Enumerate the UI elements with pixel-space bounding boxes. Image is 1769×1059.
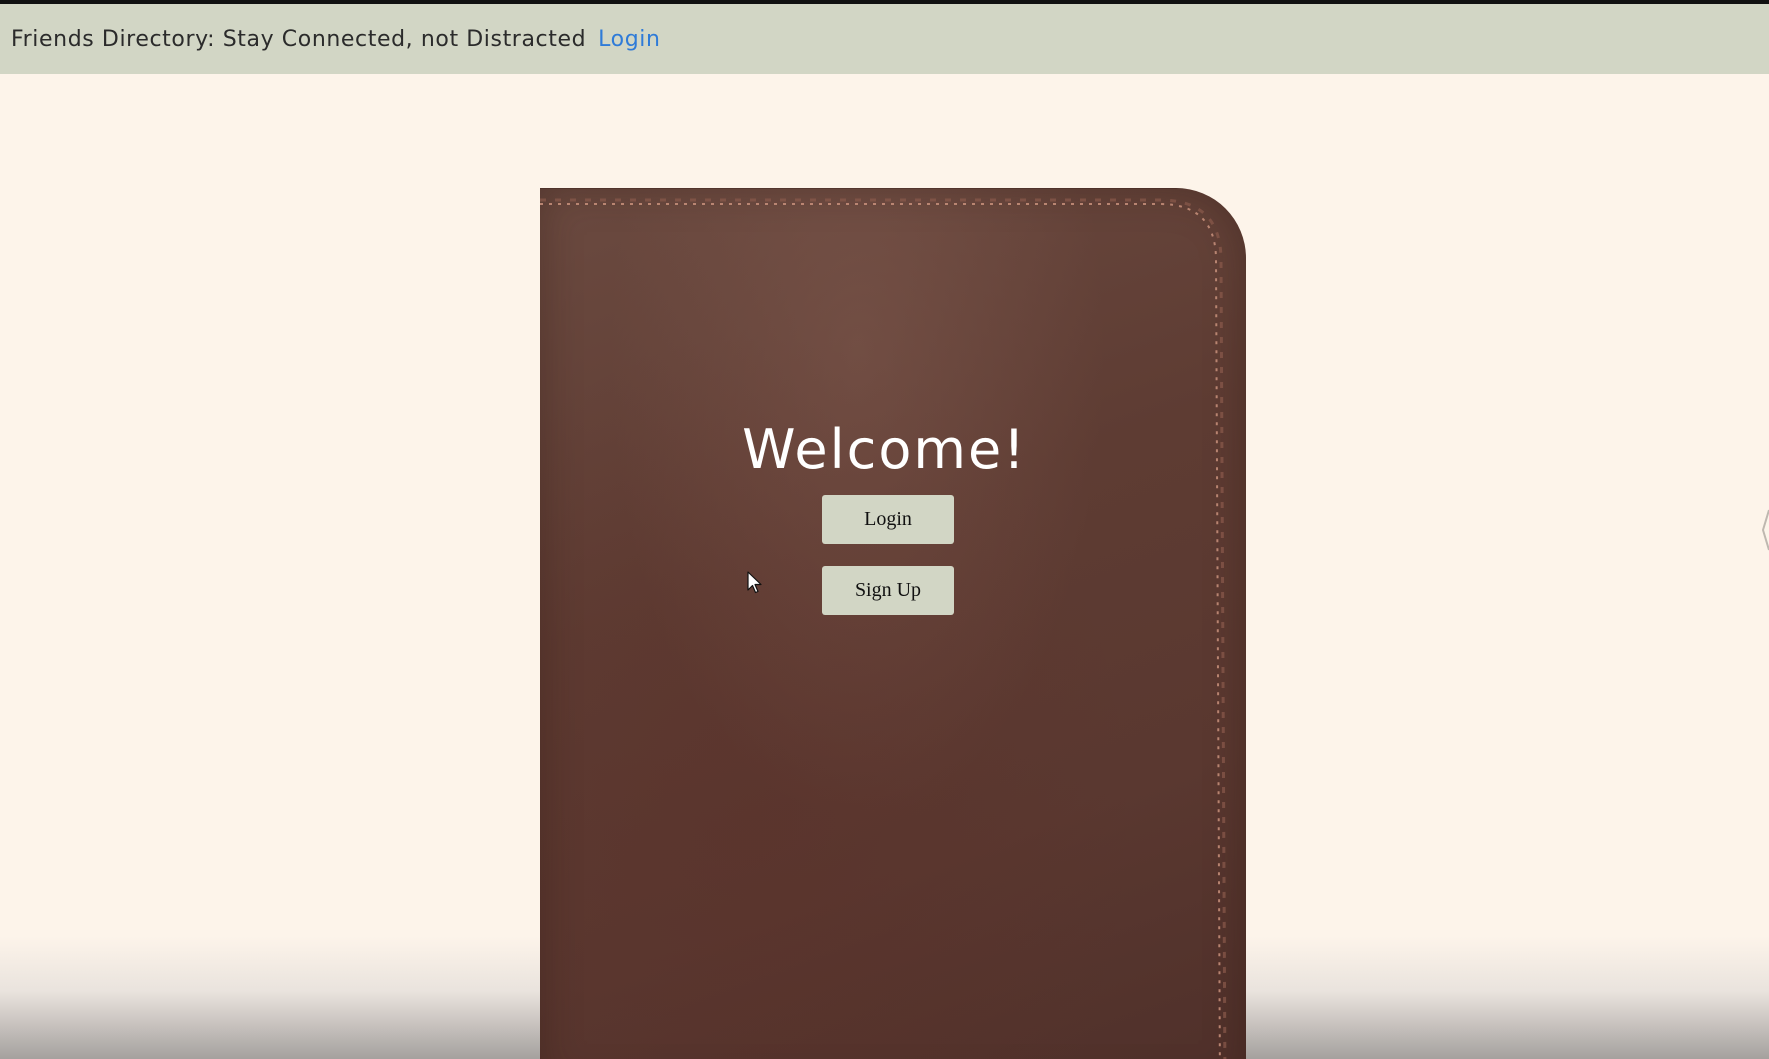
nav-login-link[interactable]: Login [598,27,660,52]
wallet-stitching [540,188,1246,1059]
signup-button[interactable]: Sign Up [822,566,954,615]
site-title: Friends Directory: Stay Connected, not D… [11,26,587,52]
mouse-cursor-icon [747,571,762,594]
navbar: Friends Directory: Stay Connected, not D… [0,4,1769,74]
leather-wallet-image [540,188,1246,1059]
login-button[interactable]: Login [822,495,954,544]
edge-arrow-icon [1762,509,1769,551]
welcome-heading: Welcome! [742,418,1027,481]
